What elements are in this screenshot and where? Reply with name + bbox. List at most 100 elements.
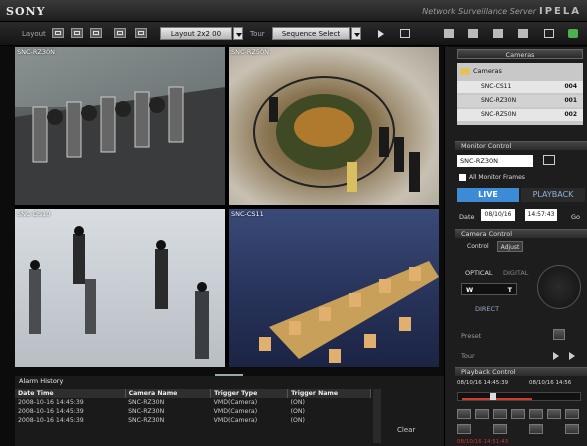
table-row[interactable]: 2008-10-16 14:45:39 SNC-RZ30N VMD(Camera…	[15, 407, 371, 416]
tree-root-label[interactable]: Cameras	[473, 67, 502, 75]
tour-select[interactable]: Sequence Select	[272, 27, 350, 40]
layout-custom-button[interactable]	[135, 28, 147, 38]
play-tour-icon[interactable]	[378, 30, 384, 38]
product-name: Network Surveillance Server IPELA	[422, 6, 581, 17]
cell-trigger-name: (ON)	[290, 408, 305, 415]
cell-date-time: 2008-10-16 14:45:39	[18, 399, 84, 406]
zoom-tele-label[interactable]: T	[508, 286, 512, 294]
speaker-icon[interactable]	[493, 29, 503, 38]
cell-trigger-type: VMD(Camera)	[213, 417, 258, 424]
title-bar: SONY Network Surveillance Server IPELA	[0, 0, 587, 22]
date-field[interactable]: 08/10/16	[481, 209, 515, 221]
camera-view-3[interactable]: SNC-DS10	[15, 209, 225, 367]
layout-2x2-button[interactable]	[71, 28, 83, 38]
monitor-control-header[interactable]: Monitor Control	[455, 141, 587, 150]
preset-add-button[interactable]	[553, 329, 565, 340]
cell-date-time: 2008-10-16 14:45:39	[18, 408, 84, 415]
playback-current-time: 08/10/16 14:51:43	[457, 439, 509, 445]
export-button[interactable]	[529, 424, 543, 434]
plaza-scene-image	[253, 76, 420, 192]
ptz-joystick-icon[interactable]	[537, 265, 581, 309]
tab-control[interactable]: Control	[467, 243, 489, 250]
brand-logo: SONY	[6, 5, 46, 18]
step-back-button[interactable]	[475, 409, 489, 419]
col-trigger-type[interactable]: Trigger Type	[210, 389, 289, 398]
play-button[interactable]	[511, 409, 525, 419]
tree-item-id: 001	[564, 97, 577, 104]
tree-item[interactable]: SNC-RZ50N 002	[457, 109, 583, 121]
digital-toggle[interactable]: DIGITAL	[503, 269, 528, 277]
col-date-time[interactable]: Date Time	[15, 389, 126, 398]
pause-button[interactable]	[493, 409, 507, 419]
camera-view-1[interactable]: SNC-RZ30N	[15, 47, 225, 205]
camera-control-header[interactable]: Camera Control	[455, 229, 587, 238]
optical-toggle[interactable]: OPTICAL	[465, 269, 493, 277]
camera-label: SNC-DS10	[17, 210, 51, 218]
next-event-button[interactable]	[493, 424, 507, 434]
date-label: Date	[459, 213, 475, 221]
camera-view-4[interactable]: SNC-CS11	[229, 209, 439, 367]
time-field[interactable]: 14:57:43	[525, 209, 557, 221]
go-button[interactable]: Go	[571, 213, 580, 221]
tour-label-panel: Tour	[461, 352, 475, 360]
layout-dropdown-icon[interactable]	[233, 27, 243, 40]
tab-cameras[interactable]: Cameras	[457, 49, 583, 59]
settings-icon[interactable]	[544, 29, 554, 38]
tour-label: Tour	[250, 30, 265, 38]
status-icon[interactable]	[568, 29, 578, 38]
alarm-table-header: Date Time Camera Name Trigger Type Trigg…	[15, 389, 371, 398]
alarm-history-title[interactable]: Alarm History	[15, 377, 375, 386]
playback-thumb[interactable]	[490, 393, 496, 400]
prev-event-button[interactable]	[457, 424, 471, 434]
layout-wide-button[interactable]	[114, 28, 126, 38]
alarm-icon[interactable]	[518, 29, 528, 38]
tab-adjust[interactable]: Adjust	[497, 241, 523, 252]
tree-item[interactable]: SNC-RZ30N 001	[457, 95, 583, 107]
live-button[interactable]: LIVE	[457, 188, 519, 202]
stop-button[interactable]	[565, 409, 579, 419]
product-prefix: Network Surveillance Server	[422, 7, 536, 16]
layout-1x1-button[interactable]	[52, 28, 64, 38]
all-frames-checkbox[interactable]	[459, 174, 466, 181]
clear-button[interactable]: Clear	[397, 426, 415, 434]
screen-icon[interactable]	[400, 29, 410, 38]
tree-item-name: SNC-RZ30N	[481, 97, 517, 104]
gate-scene-image	[15, 47, 225, 205]
col-trigger-name[interactable]: Trigger Name	[287, 389, 371, 398]
table-row[interactable]: 2008-10-16 14:45:39 SNC-RZ30N VMD(Camera…	[15, 398, 371, 407]
monitor-icon[interactable]	[543, 155, 555, 165]
monitor-camera-field[interactable]: SNC-RZ30N	[457, 155, 533, 167]
zoom-bar[interactable]: W T	[461, 283, 517, 295]
step-forward-button[interactable]	[547, 409, 561, 419]
cell-trigger-name: (ON)	[290, 417, 305, 424]
recorder-icon[interactable]	[468, 29, 478, 38]
playback-control-header[interactable]: Playback Control	[455, 367, 587, 376]
playback-button[interactable]: PLAYBACK	[521, 188, 585, 202]
layout-3x3-button[interactable]	[90, 28, 102, 38]
camera-view-2[interactable]: SNC-RZ50N	[229, 47, 439, 205]
zoom-wide-label[interactable]: W	[466, 286, 473, 294]
tour-next-icon[interactable]	[569, 352, 575, 360]
alarm-history-panel: Alarm History Date Time Camera Name Trig…	[15, 376, 444, 446]
right-panel: Cameras Cameras SNC-CS11 004 SNC-RZ30N 0…	[444, 47, 587, 446]
layout-label: Layout	[22, 30, 46, 38]
video-grid: SNC-RZ30N SNC-RZ50N SNC-DS10 SNC-CS11	[15, 47, 439, 367]
fast-forward-button[interactable]	[529, 409, 543, 419]
tour-play-icon[interactable]	[553, 352, 559, 360]
snapshot-button[interactable]	[565, 424, 579, 434]
tour-dropdown-icon[interactable]	[351, 27, 361, 40]
tree-item[interactable]: SNC-CS11 004	[457, 81, 583, 93]
playback-progress	[462, 398, 532, 400]
playback-timeline[interactable]	[457, 392, 581, 401]
all-frames-label: All Monitor Frames	[469, 174, 525, 181]
cell-camera-name: SNC-RZ30N	[128, 408, 165, 415]
col-camera-name[interactable]: Camera Name	[125, 389, 212, 398]
monitor-icon[interactable]	[444, 29, 454, 38]
alarm-scrollbar[interactable]	[373, 389, 381, 443]
table-row[interactable]: 2008-10-16 14:45:39 SNC-RZ30N VMD(Camera…	[15, 416, 371, 425]
direct-button[interactable]: DIRECT	[475, 305, 499, 313]
rewind-button[interactable]	[457, 409, 471, 419]
hallway-scene-image	[29, 226, 209, 359]
camera-label: SNC-RZ30N	[17, 48, 55, 56]
layout-select[interactable]: Layout 2x2 00	[160, 27, 232, 40]
